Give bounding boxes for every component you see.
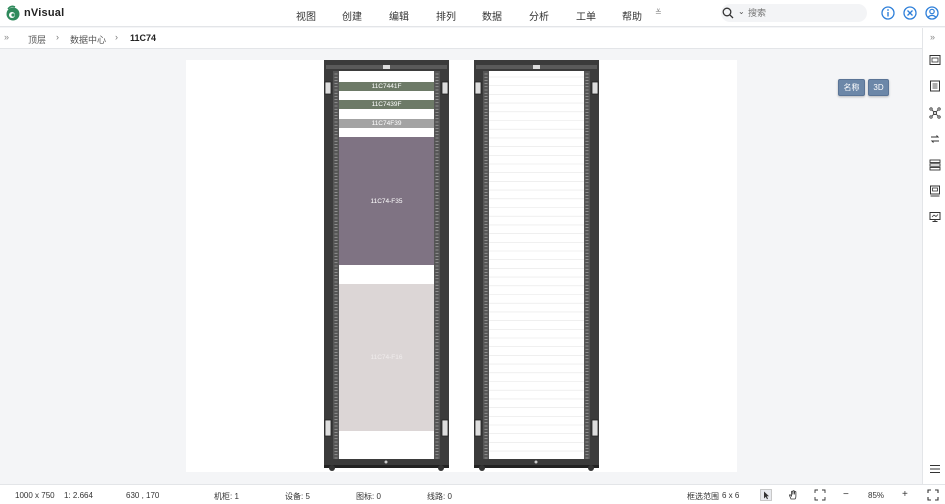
view-3d-button[interactable]: 3D [868, 79, 889, 96]
nvisual-logo-icon [6, 5, 20, 21]
layers-icon[interactable] [929, 159, 941, 171]
right-panel-toggle-icon[interactable]: » [930, 32, 935, 42]
network-icon[interactable] [929, 107, 941, 119]
menu-arrange[interactable]: 排列 [436, 8, 456, 23]
info-icon[interactable] [881, 6, 895, 20]
app-name: nVisual [24, 7, 65, 19]
breadcrumb-item-datacenter[interactable]: 数据中心 [70, 33, 106, 46]
rack-device[interactable]: 11C7441F [339, 82, 434, 91]
pointer-select-icon[interactable] [760, 489, 772, 501]
menu-edit[interactable]: 编辑 [389, 8, 409, 23]
cabinet-count: 机柜: 1 [214, 492, 239, 501]
select-range-value[interactable]: 6 x 6 [722, 491, 739, 500]
show-name-button[interactable]: 名称 [838, 79, 865, 96]
rack-device[interactable]: 11C74-F16 [339, 284, 434, 431]
menu-create[interactable]: 创建 [342, 8, 362, 23]
user-avatar-icon[interactable] [925, 6, 939, 20]
monitor-icon[interactable] [929, 211, 941, 223]
rack-device[interactable]: 11C7439F [339, 100, 434, 109]
device-panel-icon[interactable] [929, 185, 941, 197]
rack-device[interactable]: 11C74-F35 [339, 137, 434, 265]
chevron-down-icon[interactable]: ⌄ [738, 7, 745, 16]
menu-view[interactable]: 视图 [296, 8, 316, 23]
rack-device-label: 11C74-F35 [370, 197, 403, 205]
line-count: 线路: 0 [427, 492, 452, 501]
breadcrumb-item-current: 11C74 [130, 33, 157, 43]
rack-cabinet-2[interactable] [474, 60, 599, 473]
canvas-resolution: 1000 x 750 [15, 491, 55, 500]
status-bar: 1000 x 750 1: 2.664 630 , 170 机柜: 1 设备: … [0, 484, 945, 504]
rack-device-label: 11C7441F [371, 83, 402, 90]
icon-count: 图标: 0 [356, 492, 381, 501]
zoom-in-button[interactable]: + [902, 489, 908, 500]
search-input[interactable] [748, 8, 858, 18]
scale-ratio: 1: 2.664 [64, 491, 93, 500]
list-panel-icon[interactable] [929, 80, 941, 92]
search-box[interactable]: ⌄ [721, 4, 867, 22]
cursor-coordinates: 630 , 170 [126, 491, 160, 500]
breadcrumb: » 顶层 › 数据中心 › 11C74 [0, 28, 945, 49]
hand-pan-icon[interactable] [787, 489, 799, 501]
rack-device-label: 11C74-F16 [370, 354, 403, 361]
menu-workorder[interactable]: 工单 [576, 8, 596, 23]
image-panel-icon[interactable] [929, 54, 941, 66]
menu-data[interactable]: 数据 [482, 8, 502, 23]
drawing-canvas[interactable] [186, 60, 737, 472]
link-icon[interactable] [929, 133, 941, 145]
hamburger-menu-icon[interactable] [929, 463, 941, 475]
rack-device-label: 11C7439F [371, 101, 402, 108]
left-panel-strip [0, 49, 8, 484]
right-sidebar: » [922, 28, 945, 484]
breadcrumb-item-top[interactable]: 顶层 [28, 33, 46, 46]
rack-device[interactable]: 11C74F39 [339, 119, 434, 128]
top-toolbar: nVisual 视图 创建 编辑 排列 数据 分析 工单 帮助 ≚ ⌄ [0, 0, 945, 27]
menu-more-icon[interactable]: ≚ [655, 8, 662, 17]
breadcrumb-separator: › [115, 32, 118, 42]
left-panel-toggle-icon[interactable]: » [4, 32, 9, 42]
zoom-out-button[interactable]: − [843, 489, 849, 500]
close-circle-icon[interactable] [903, 6, 917, 20]
fullscreen-icon[interactable] [927, 489, 939, 501]
device-count: 设备: 5 [285, 492, 310, 501]
fit-screen-icon[interactable] [814, 489, 826, 501]
menu-analysis[interactable]: 分析 [529, 8, 549, 23]
zoom-level: 85% [868, 491, 885, 500]
select-range-label: 框选范围 [687, 492, 719, 501]
breadcrumb-separator: › [56, 32, 59, 42]
menu-help[interactable]: 帮助 [622, 8, 642, 23]
rack-device-label: 11C74F39 [371, 120, 402, 127]
search-icon[interactable] [722, 7, 734, 19]
